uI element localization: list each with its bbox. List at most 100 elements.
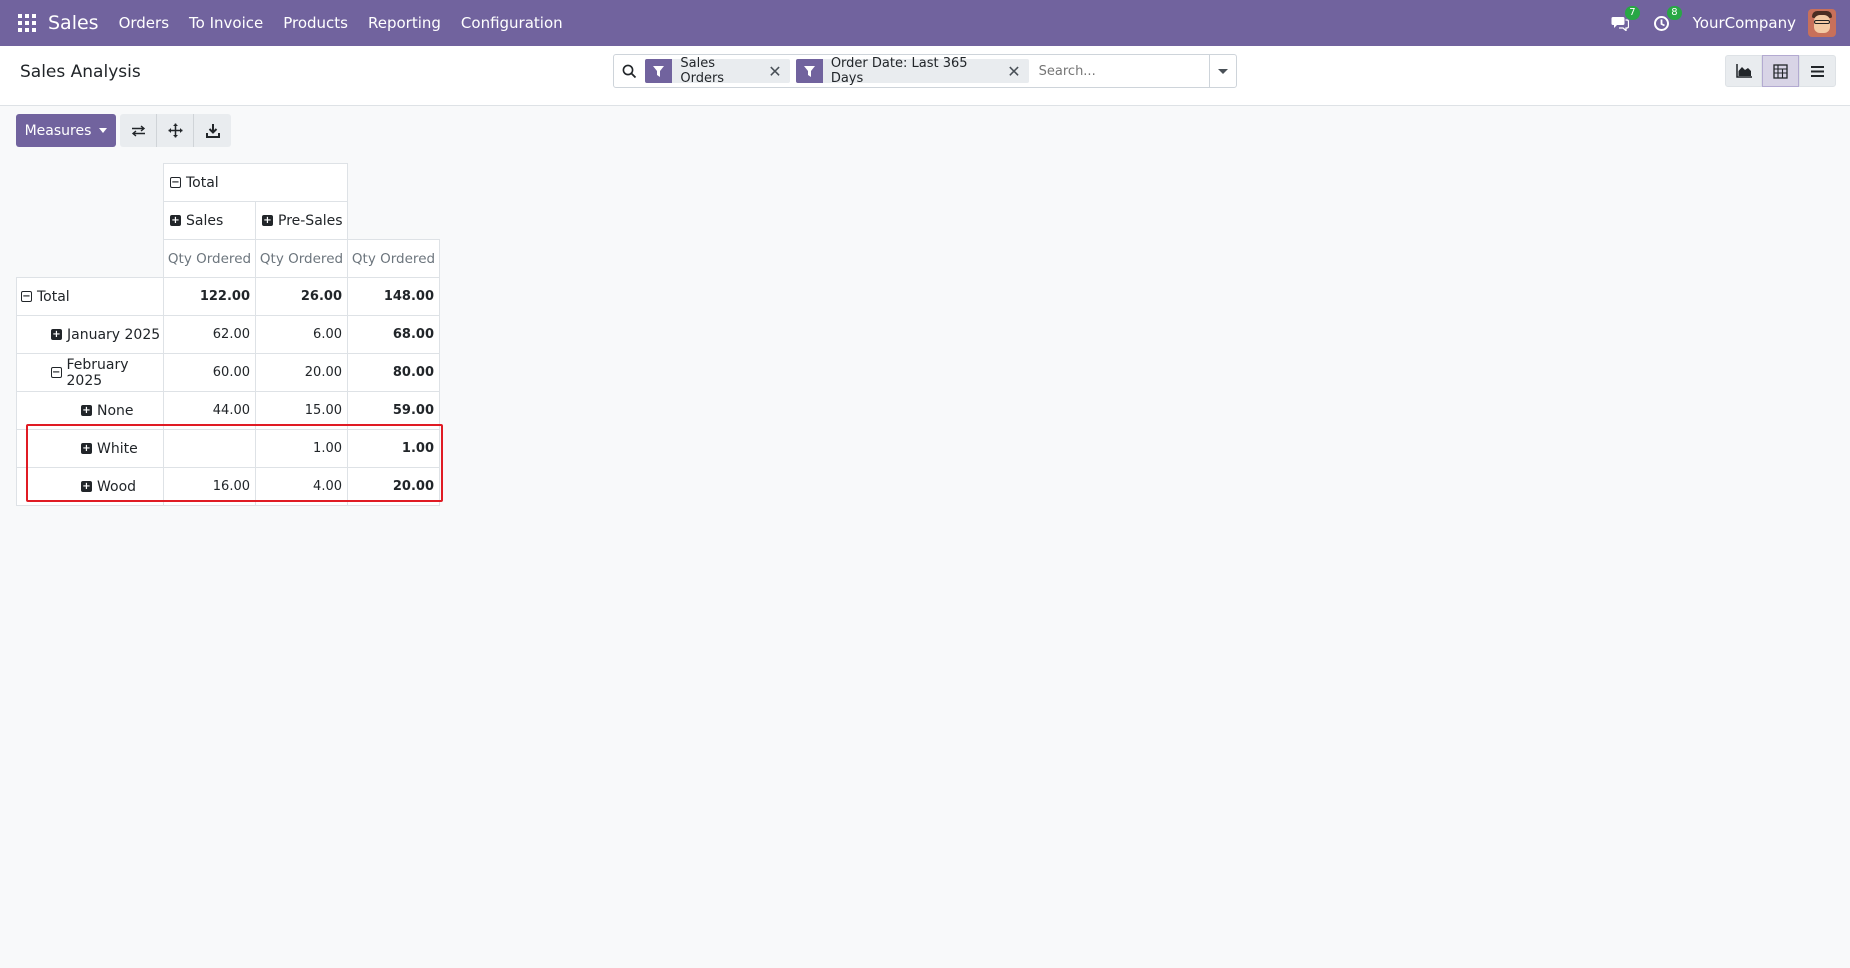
pivot-cell[interactable]: 59.00: [347, 391, 440, 430]
row-header-none[interactable]: + None: [16, 391, 164, 430]
collapse-icon: −: [170, 176, 181, 188]
pivot-cell[interactable]: 1.00: [255, 429, 348, 468]
app-name[interactable]: Sales: [48, 12, 99, 34]
pivot-cell[interactable]: 15.00: [255, 391, 348, 430]
area-chart-icon: [1735, 64, 1752, 78]
pivot-cell[interactable]: 148.00: [347, 277, 440, 316]
pivot-cell[interactable]: 16.00: [163, 467, 256, 506]
pivot-cell[interactable]: 20.00: [347, 467, 440, 506]
col-header-sales[interactable]: + Sales: [163, 201, 256, 240]
pivot-cell[interactable]: 20.00: [255, 353, 348, 392]
header-label: Total: [37, 288, 70, 305]
search-bar[interactable]: Sales Orders ✕ Order Date: Last 365 Days…: [613, 54, 1237, 88]
measure-header[interactable]: Qty Ordered: [255, 239, 348, 278]
measures-button[interactable]: Measures: [16, 114, 116, 147]
facet-sales-orders: Sales Orders ✕: [645, 56, 790, 86]
menu-orders[interactable]: Orders: [119, 14, 169, 32]
app-menu-icon[interactable]: [18, 14, 36, 32]
menu-to-invoice[interactable]: To Invoice: [189, 14, 263, 32]
header-label: White: [97, 440, 138, 457]
measures-label: Measures: [24, 122, 92, 139]
pivot-cell[interactable]: 26.00: [255, 277, 348, 316]
menu-products[interactable]: Products: [283, 14, 348, 32]
row-header-february-2025[interactable]: − February 2025: [16, 353, 164, 392]
pivot-cell[interactable]: 4.00: [255, 467, 348, 506]
download-icon: [205, 123, 220, 138]
measure-header[interactable]: Qty Ordered: [163, 239, 256, 278]
pivot-cell[interactable]: 1.00: [347, 429, 440, 468]
graph-view-button[interactable]: [1725, 55, 1762, 87]
pivot-cell[interactable]: 80.00: [347, 353, 440, 392]
menu-configuration[interactable]: Configuration: [461, 14, 563, 32]
facet-order-date: Order Date: Last 365 Days ✕: [795, 56, 1029, 86]
cell-value: 4.00: [313, 479, 342, 494]
remove-facet-icon[interactable]: ✕: [1007, 62, 1028, 81]
col-header-total[interactable]: − Total: [163, 163, 348, 202]
header-label: Total: [186, 174, 219, 191]
facet-label: Sales Orders: [680, 56, 725, 86]
page-title: Sales Analysis: [20, 62, 141, 82]
search-options-toggle[interactable]: [1208, 55, 1236, 87]
cell-value: 44.00: [212, 403, 250, 418]
cell-value: 15.00: [304, 403, 342, 418]
filter-icon: [795, 59, 823, 83]
cell-value: 148.00: [383, 289, 434, 304]
messages-icon[interactable]: 7: [1609, 6, 1640, 34]
cell-value: 1.00: [401, 441, 434, 456]
header-label: Wood: [97, 478, 137, 495]
measure-label: Qty Ordered: [167, 250, 252, 267]
company-switcher[interactable]: YourCompany: [1693, 14, 1796, 32]
cell-value: 20.00: [392, 479, 434, 494]
expand-all-icon: [168, 123, 182, 138]
user-avatar[interactable]: [1808, 9, 1836, 37]
list-icon: [1811, 65, 1824, 77]
cell-value: 6.00: [313, 327, 342, 342]
pivot-cell[interactable]: 6.00: [255, 315, 348, 354]
row-header-january-2025[interactable]: + January 2025: [16, 315, 164, 354]
measure-header[interactable]: Qty Ordered: [347, 239, 440, 278]
cell-value: 1.00: [313, 441, 342, 456]
remove-facet-icon[interactable]: ✕: [768, 62, 789, 81]
activities-icon[interactable]: 8: [1651, 6, 1682, 34]
cell-value: 59.00: [392, 403, 434, 418]
cell-value: 20.00: [304, 365, 342, 380]
search-input[interactable]: [1034, 63, 1209, 79]
expand-all-button[interactable]: [157, 114, 194, 147]
expand-icon: +: [81, 480, 92, 492]
pivot-view-button[interactable]: [1762, 55, 1799, 87]
list-view-button[interactable]: [1799, 55, 1836, 87]
pivot-cell[interactable]: 68.00: [347, 315, 440, 354]
header-label: Sales: [186, 212, 224, 229]
measure-label: Qty Ordered: [259, 250, 344, 267]
search-icon: [614, 64, 645, 79]
pivot-cell[interactable]: 62.00: [163, 315, 256, 354]
pivot-cell[interactable]: [163, 429, 256, 468]
flip-axis-button[interactable]: [120, 114, 157, 147]
expand-icon: +: [51, 328, 62, 340]
cell-value: 60.00: [212, 365, 250, 380]
caret-down-icon: [99, 128, 108, 133]
chevron-down-icon: [1217, 68, 1228, 74]
expand-icon: +: [262, 214, 273, 226]
cell-value: 122.00: [199, 289, 250, 304]
pivot-cell[interactable]: 60.00: [163, 353, 256, 392]
collapse-icon: −: [21, 290, 32, 302]
measure-label: Qty Ordered: [351, 250, 436, 267]
row-header-wood[interactable]: + Wood: [16, 467, 164, 506]
header-label: Pre-Sales: [278, 212, 343, 229]
header-label: February 2025: [66, 356, 129, 389]
activities-badge: 8: [1667, 6, 1682, 20]
cell-value: 80.00: [392, 365, 434, 380]
facet-label: Order Date: Last 365 Days: [830, 56, 968, 86]
pivot-cell[interactable]: 44.00: [163, 391, 256, 430]
col-header-pre-sales[interactable]: + Pre-Sales: [255, 201, 348, 240]
header-label: None: [97, 402, 134, 419]
pivot-cell[interactable]: 122.00: [163, 277, 256, 316]
menu-reporting[interactable]: Reporting: [368, 14, 441, 32]
row-header-total[interactable]: − Total: [16, 277, 164, 316]
download-button[interactable]: [194, 114, 231, 147]
header-label: January 2025: [67, 326, 161, 343]
expand-icon: +: [81, 404, 92, 416]
cell-value: 26.00: [300, 289, 342, 304]
row-header-white[interactable]: + White: [16, 429, 164, 468]
